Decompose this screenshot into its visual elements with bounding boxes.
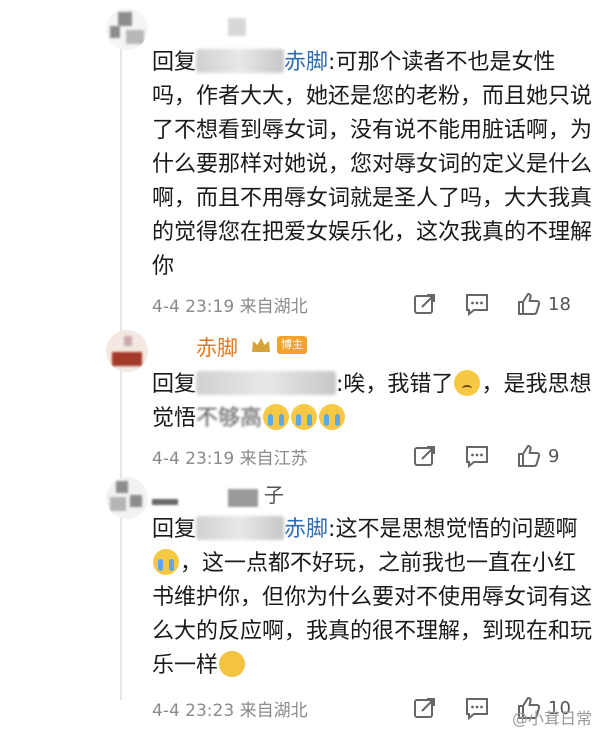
sad-emoji-icon <box>454 370 481 396</box>
crying-emoji-icon <box>291 404 318 430</box>
redacted-username <box>228 18 246 36</box>
comment-button[interactable] <box>464 289 490 319</box>
comment-body-3: 不够高 <box>196 406 263 431</box>
comment-meta: 4-4 23:23 来自湖北 <box>152 696 308 721</box>
share-button[interactable] <box>412 693 438 723</box>
comment-location: 来自湖北 <box>239 297 308 317</box>
comment-meta: 4-4 23:19 来自湖北 <box>152 292 308 317</box>
comment-time: 4-4 23:23 <box>152 701 235 721</box>
comment-button[interactable] <box>464 441 490 471</box>
avatar[interactable] <box>106 330 148 372</box>
redacted-mention <box>196 516 285 540</box>
reply-prefix: 回复 <box>152 50 197 75</box>
redacted-mention <box>196 49 285 73</box>
blogger-badge: 博主 <box>277 336 307 354</box>
person-emoji-icon <box>219 651 246 677</box>
reply-prefix: 回复 <box>152 517 197 542</box>
watermark: @小茸日常 <box>511 709 592 728</box>
comment-body-1: :这不是思想觉悟的问题啊 <box>328 517 578 542</box>
comment-actions: 18 <box>412 289 582 319</box>
comment-time: 4-4 23:19 <box>152 297 235 317</box>
comment-body: :可那个读者不也是女性吗，作者大大，她还是您的老粉，而且她只说了不想看到辱女词，… <box>152 50 593 279</box>
comment-actions: 9 <box>412 441 582 471</box>
share-icon <box>414 446 435 466</box>
crown-icon <box>252 338 270 352</box>
laugh-cry-emoji-icon <box>153 549 179 575</box>
mention-link[interactable]: 赤脚 <box>284 517 328 542</box>
like-button[interactable]: 18 <box>516 289 571 319</box>
mention-link[interactable]: 赤脚 <box>284 50 328 75</box>
comment-text: 回复 赤脚:可那个读者不也是女性吗，作者大大，她还是您的老粉，而且她只说了不想看到… <box>152 46 592 284</box>
redacted-username <box>152 499 178 505</box>
comment-body-1: :唉，我错了 <box>336 372 454 397</box>
reply-prefix: 回复 <box>152 372 197 397</box>
share-button[interactable] <box>412 289 438 319</box>
like-count: 18 <box>548 293 571 315</box>
share-icon <box>414 294 435 314</box>
redacted-mention <box>196 371 337 395</box>
like-icon <box>518 293 541 315</box>
comment-location: 来自江苏 <box>239 449 308 469</box>
avatar[interactable] <box>106 8 148 50</box>
comment-button[interactable] <box>464 693 490 723</box>
like-icon <box>518 445 541 467</box>
avatar[interactable] <box>106 477 148 519</box>
comment-meta: 4-4 23:19 来自江苏 <box>152 444 308 469</box>
comment-icon <box>466 698 488 721</box>
crying-emoji-icon <box>263 404 290 430</box>
like-button[interactable]: 9 <box>516 441 559 471</box>
comment-body-2: ，这一点都不好玩，之前我也一直在小红书维护你，但你为什么要对不使用辱女词有这么大… <box>152 551 593 678</box>
username[interactable]: 子 <box>264 479 284 508</box>
like-count: 9 <box>548 445 560 467</box>
comment-text: 回复:唉，我错了 ，是我思想觉悟不够高 <box>152 368 592 436</box>
comment-time: 4-4 23:19 <box>152 449 235 469</box>
username[interactable]: 赤脚 <box>196 332 238 362</box>
crying-emoji-icon <box>319 404 346 430</box>
comment-location: 来自湖北 <box>239 701 308 721</box>
comment-icon <box>466 294 488 317</box>
share-button[interactable] <box>412 441 438 471</box>
comment-text: 回复 赤脚:这不是思想觉悟的问题啊 ，这一点都不好玩，之前我也一直在小红书维护你，但… <box>152 513 592 683</box>
redacted-username <box>228 489 258 507</box>
share-icon <box>414 698 435 718</box>
comment-icon <box>466 446 488 469</box>
